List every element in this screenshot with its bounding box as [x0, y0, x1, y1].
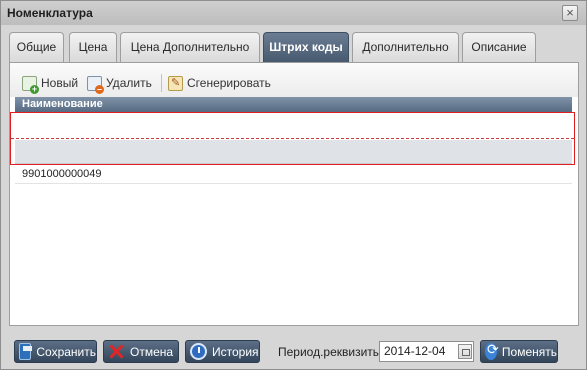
tab-description[interactable]: Описание: [462, 32, 536, 63]
tab-general[interactable]: Общие: [9, 32, 64, 63]
column-header-name[interactable]: Наименование: [15, 97, 572, 112]
tab-additional[interactable]: Дополнительно: [352, 32, 459, 63]
table-row[interactable]: [15, 140, 572, 164]
new-button-label: Новый: [41, 76, 79, 90]
table-row[interactable]: 9901000000049: [15, 164, 572, 184]
tab-barcodes[interactable]: Штрих коды: [263, 32, 349, 63]
barcodes-panel: Новый Удалить Сгенерировать Наименование…: [9, 62, 579, 326]
change-button[interactable]: Поменять: [480, 340, 558, 363]
close-button[interactable]: ×: [562, 5, 578, 21]
cancel-button-label: Отмена: [130, 344, 174, 359]
period-date-field[interactable]: 2014-12-04: [379, 341, 474, 362]
period-date-value: 2014-12-04: [384, 344, 446, 358]
clock-icon: [190, 343, 207, 360]
calendar-icon[interactable]: [458, 344, 472, 359]
delete-button[interactable]: Удалить: [87, 75, 152, 94]
new-button[interactable]: Новый: [22, 75, 79, 94]
dialog-window: Номенклатура × Общие Цена Цена Дополните…: [0, 0, 587, 370]
window-title: Номенклатура: [7, 6, 93, 20]
grid-toolbar: Новый Удалить Сгенерировать: [10, 63, 578, 97]
change-button-label: Поменять: [501, 344, 557, 359]
generate-button-label: Сгенерировать: [187, 76, 271, 90]
tab-price-extra[interactable]: Цена Дополнительно: [120, 32, 260, 63]
generate-button[interactable]: Сгенерировать: [168, 75, 271, 91]
close-icon: ×: [566, 5, 574, 20]
tab-price[interactable]: Цена: [69, 32, 117, 63]
history-button[interactable]: История: [185, 340, 260, 363]
table-row-editor[interactable]: [15, 113, 572, 140]
history-button-label: История: [212, 344, 259, 359]
titlebar[interactable]: Номенклатура ×: [1, 1, 586, 25]
save-button-label: Сохранить: [36, 344, 96, 359]
refresh-icon: [485, 341, 499, 360]
toolbar-divider: [161, 74, 162, 92]
cancel-button[interactable]: Отмена: [103, 340, 179, 363]
delete-document-icon: [87, 75, 104, 94]
save-button[interactable]: Сохранить: [14, 340, 97, 363]
generate-icon: [168, 75, 183, 91]
period-label: Период.реквизиты:: [278, 345, 385, 359]
add-document-icon: [22, 75, 39, 94]
delete-button-label: Удалить: [106, 76, 152, 90]
red-x-icon: [108, 343, 125, 360]
floppy-disk-icon: [19, 343, 33, 360]
